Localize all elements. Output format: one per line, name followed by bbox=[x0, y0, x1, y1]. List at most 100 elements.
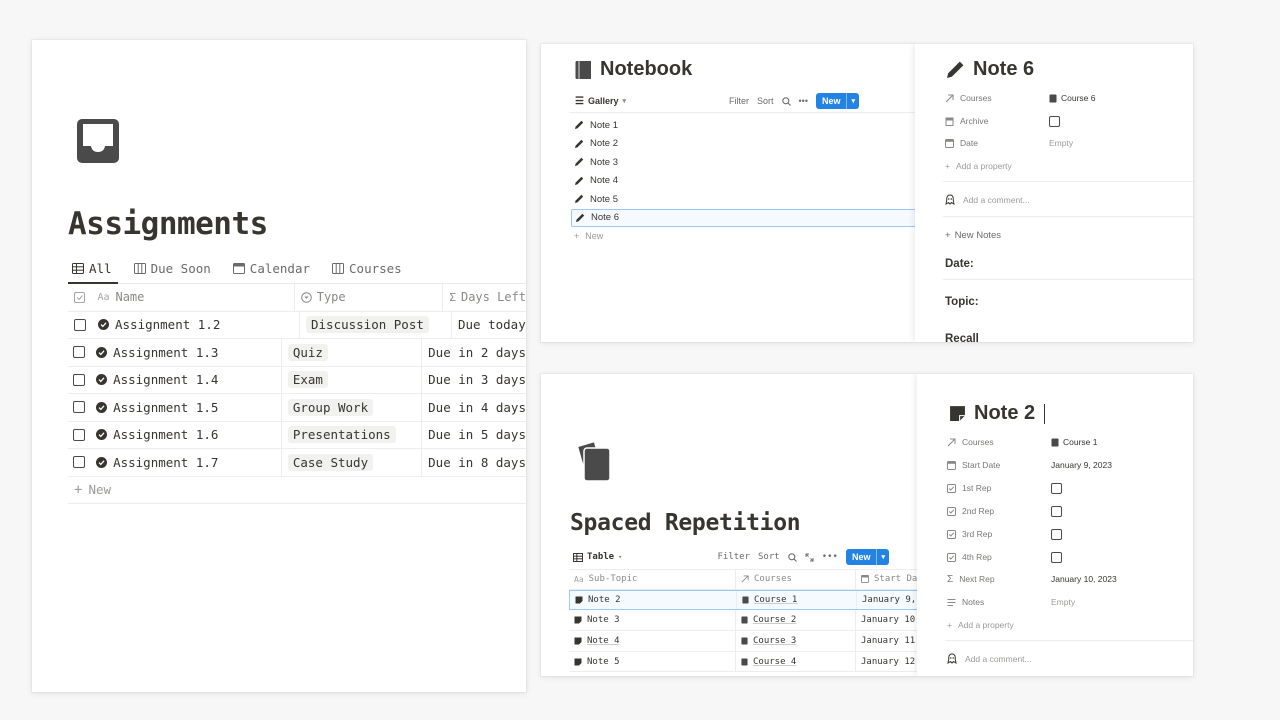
tab-due-soon[interactable]: Due Soon bbox=[130, 256, 215, 280]
list-item[interactable]: Note 1 bbox=[571, 116, 917, 135]
expand-icon[interactable] bbox=[805, 553, 814, 562]
type-tag: Presentations bbox=[287, 426, 396, 444]
row-checkbox[interactable] bbox=[73, 346, 86, 359]
sort-button[interactable]: Sort bbox=[758, 552, 780, 562]
property-courses[interactable]: Courses Course 6 bbox=[945, 90, 1096, 106]
chevron-down-icon: ▾ bbox=[622, 98, 627, 105]
property-2nd-rep[interactable]: 2nd Rep bbox=[947, 503, 1062, 519]
row-checkbox[interactable] bbox=[73, 373, 86, 386]
list-item[interactable]: Note 5 bbox=[571, 190, 917, 209]
rep-checkbox[interactable] bbox=[1051, 528, 1062, 540]
calendar-icon bbox=[947, 460, 956, 470]
property-date[interactable]: Date Empty bbox=[945, 135, 1073, 151]
text-property-icon: Aa bbox=[574, 574, 584, 584]
page-title: Assignments bbox=[68, 206, 268, 242]
new-button[interactable]: New ▾ bbox=[845, 549, 889, 565]
type-tag: Discussion Post bbox=[306, 316, 429, 334]
start-date-value: January 9, 2023 bbox=[862, 595, 918, 606]
search-icon[interactable] bbox=[781, 96, 791, 106]
property-archive[interactable]: Archive bbox=[945, 113, 1060, 129]
notes-list: Note 1 Note 2 Note 3 Note 4 Note 5 Note … bbox=[571, 116, 917, 246]
tab-courses[interactable]: Courses bbox=[328, 256, 406, 280]
chevron-down-icon[interactable]: ▾ bbox=[876, 549, 889, 565]
column-header-days-left[interactable]: Σ Days Left bbox=[443, 284, 526, 311]
checkbox-property-icon bbox=[947, 529, 956, 539]
relation-arrow-icon bbox=[947, 438, 956, 447]
check-circle-icon bbox=[98, 319, 109, 331]
sort-button[interactable]: Sort bbox=[757, 96, 774, 106]
row-checkbox[interactable] bbox=[73, 401, 86, 414]
board-icon bbox=[332, 262, 345, 274]
check-circle-icon bbox=[96, 456, 108, 468]
list-item[interactable]: Note 3 bbox=[571, 153, 917, 172]
check-circle-icon bbox=[96, 346, 108, 358]
property-start-date[interactable]: Start Date January 9, 2023 bbox=[947, 457, 1112, 473]
rep-checkbox[interactable] bbox=[1051, 505, 1062, 517]
list-item[interactable]: Note 4 bbox=[571, 172, 917, 191]
table-row[interactable]: Assignment 1.5 Group Work Due in 4 days bbox=[68, 394, 526, 422]
new-item-button[interactable]: + New bbox=[571, 227, 917, 246]
list-item-selected[interactable]: Note 6 bbox=[571, 208, 917, 227]
table-row[interactable]: Assignment 1.3 Quiz Due in 2 days bbox=[68, 339, 526, 367]
new-button[interactable]: New ▾ bbox=[815, 93, 859, 109]
text-property-icon: Aa bbox=[97, 291, 110, 303]
filter-button[interactable]: Filter bbox=[729, 96, 749, 106]
archive-checkbox[interactable] bbox=[1049, 115, 1060, 127]
property-courses[interactable]: Courses Course 1 bbox=[947, 434, 1098, 450]
row-checkbox[interactable] bbox=[74, 318, 86, 331]
table-icon bbox=[573, 552, 583, 562]
column-header-courses[interactable]: Courses bbox=[736, 570, 856, 589]
days-left-value: Due in 8 days bbox=[428, 454, 526, 470]
table-row[interactable]: Assignment 1.2 Discussion Post Due today bbox=[68, 311, 526, 339]
new-row-button[interactable]: + New bbox=[68, 477, 526, 504]
new-notes-button[interactable]: + New Notes bbox=[945, 230, 1001, 241]
avatar bbox=[945, 194, 955, 205]
add-property-button[interactable]: + Add a property bbox=[947, 617, 1051, 633]
property-1st-rep[interactable]: 1st Rep bbox=[947, 480, 1062, 496]
select-all-checkbox[interactable] bbox=[68, 291, 91, 303]
formula-icon: Σ bbox=[449, 290, 456, 304]
tab-all[interactable]: All bbox=[68, 256, 116, 280]
property-notes[interactable]: Notes Empty bbox=[947, 594, 1075, 610]
tab-label: Due Soon bbox=[150, 260, 211, 276]
table-row[interactable]: Note 3 Course 2 January 10, 2023 bbox=[569, 610, 919, 632]
filter-button[interactable]: Filter bbox=[718, 552, 751, 562]
start-date-value: January 12, 2023 bbox=[861, 656, 919, 667]
days-left-value: Due today bbox=[458, 317, 526, 333]
column-label: Type bbox=[316, 290, 346, 305]
more-icon[interactable]: ••• bbox=[822, 552, 838, 562]
row-checkbox[interactable] bbox=[73, 428, 86, 441]
column-header-type[interactable]: Type bbox=[295, 284, 444, 311]
row-checkbox[interactable] bbox=[73, 456, 86, 469]
view-switcher[interactable]: Table ▾ bbox=[573, 552, 622, 562]
add-property-button[interactable]: + Add a property bbox=[945, 158, 1049, 174]
note-icon bbox=[574, 616, 582, 624]
tab-calendar[interactable]: Calendar bbox=[229, 256, 314, 280]
search-icon[interactable] bbox=[787, 552, 797, 562]
course-value: Course 1 bbox=[754, 595, 798, 606]
property-4th-rep[interactable]: 4th Rep bbox=[947, 549, 1062, 565]
table-row[interactable]: Assignment 1.7 Case Study Due in 8 days bbox=[68, 449, 526, 477]
start-date-value: January 11, 2023 bbox=[861, 635, 919, 646]
plus-icon: + bbox=[574, 231, 580, 242]
rep-checkbox[interactable] bbox=[1051, 551, 1062, 563]
comment-input[interactable]: Add a comment... bbox=[945, 194, 1030, 205]
table-row[interactable]: Note 4 Course 3 January 11, 2023 bbox=[569, 631, 919, 652]
more-icon[interactable]: ••• bbox=[799, 96, 808, 106]
table-row[interactable]: Assignment 1.6 Presentations Due in 5 da… bbox=[68, 421, 526, 449]
property-value: Empty bbox=[1049, 138, 1074, 148]
column-header-name[interactable]: Aa Name bbox=[91, 284, 295, 311]
table-row[interactable]: Note 5 Course 4 January 12, 2023 bbox=[569, 651, 919, 673]
comment-input[interactable]: Add a comment... bbox=[947, 653, 1032, 664]
rep-checkbox[interactable] bbox=[1051, 482, 1062, 494]
column-header-sub-topic[interactable]: Aa Sub-Topic bbox=[569, 570, 736, 589]
view-switcher[interactable]: ☰ Gallery ▾ bbox=[575, 96, 626, 107]
table-row-selected[interactable]: Note 2 Course 1 January 9, 2023 bbox=[569, 589, 919, 611]
chevron-down-icon[interactable]: ▾ bbox=[846, 93, 859, 109]
assignment-name: Assignment 1.2 bbox=[115, 317, 221, 333]
property-next-rep[interactable]: Σ Next Rep January 10, 2023 bbox=[947, 571, 1117, 587]
property-3rd-rep[interactable]: 3rd Rep bbox=[947, 526, 1062, 542]
column-header-start-date[interactable]: Start Date bbox=[856, 570, 919, 589]
table-row[interactable]: Assignment 1.4 Exam Due in 3 days bbox=[68, 366, 526, 394]
list-item[interactable]: Note 2 bbox=[571, 135, 917, 154]
